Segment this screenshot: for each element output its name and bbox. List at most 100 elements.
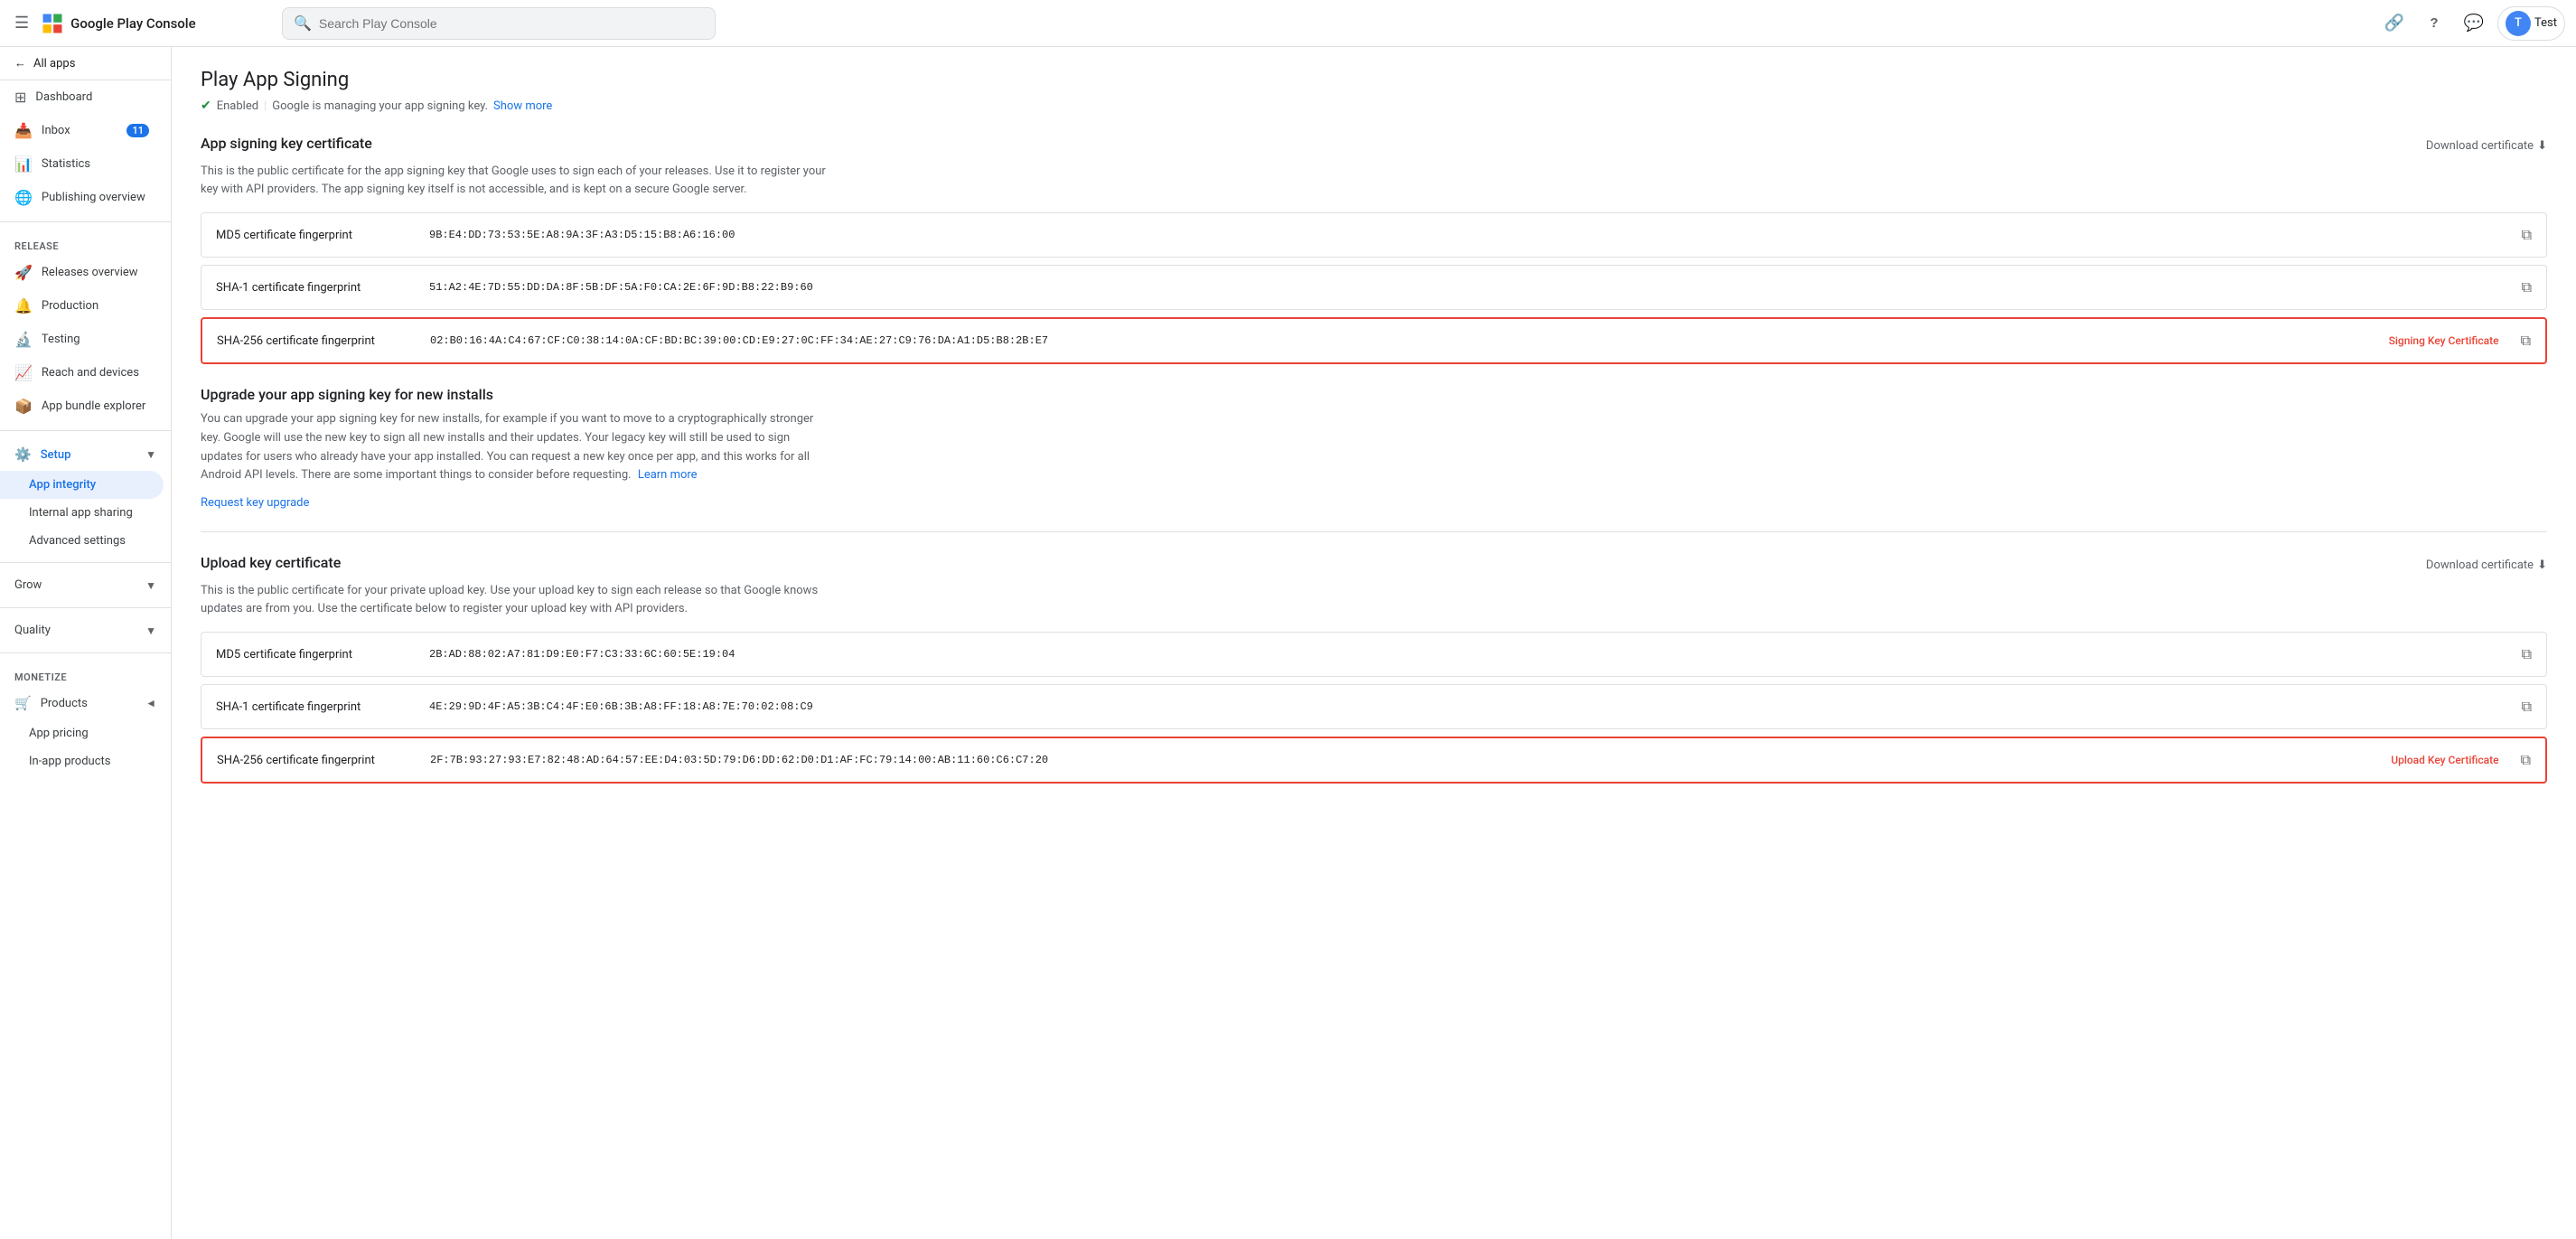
publishing-icon: 🌐	[14, 189, 33, 206]
products-icon: 🛒	[14, 695, 32, 711]
grow-expand-icon: ▼	[145, 579, 156, 592]
sidebar-item-dashboard[interactable]: ⊞ Dashboard	[0, 80, 164, 114]
signing-key-badge: Signing Key Certificate	[2389, 334, 2499, 347]
download-icon-upload: ⬇	[2537, 558, 2547, 572]
sidebar-item-publishing-overview[interactable]: 🌐 Publishing overview	[0, 181, 164, 214]
sidebar-item-statistics[interactable]: 📊 Statistics	[0, 147, 164, 181]
sidebar-label-releases: Releases overview	[42, 266, 138, 279]
sidebar-item-testing[interactable]: 🔬 Testing	[0, 323, 164, 356]
upload-cert-desc: This is the public certificate for your …	[201, 582, 833, 617]
sidebar-item-releases-overview[interactable]: 🚀 Releases overview	[0, 256, 164, 289]
sidebar-sub-in-app-products[interactable]: In-app products	[0, 747, 164, 775]
sidebar: ← All apps ⊞ Dashboard 📥 Inbox 11 📊 Stat…	[0, 47, 172, 1239]
sidebar-label-publishing: Publishing overview	[42, 191, 145, 204]
cert-label-sha256-upload: SHA-256 certificate fingerprint	[217, 754, 416, 767]
copy-btn-sha1-upload[interactable]: ⧉	[2522, 698, 2532, 716]
topbar-right: 🔗 ? 💬 T Test	[2378, 6, 2565, 41]
cert-value-sha256-signing: 02:B0:16:4A:C4:67:CF:C0:38:14:0A:CF:BD:B…	[430, 334, 2367, 347]
learn-more-link[interactable]: Learn more	[638, 468, 698, 482]
cert-value-sha256-upload: 2F:7B:93:27:93:E7:82:48:AD:64:57:EE:D4:0…	[430, 754, 2369, 766]
upgrade-desc-text: You can upgrade your app signing key for…	[201, 412, 813, 482]
topbar-left: ☰ Google Play Console	[11, 10, 273, 36]
brand-logo[interactable]: Google Play Console	[40, 11, 196, 36]
brand-name: Google Play Console	[70, 15, 196, 32]
sidebar-sub-advanced-settings[interactable]: Advanced settings	[0, 527, 164, 555]
sidebar-sub-app-integrity[interactable]: App integrity	[0, 471, 164, 499]
sidebar-sub-internal-sharing[interactable]: Internal app sharing	[0, 499, 164, 527]
upload-key-badge: Upload Key Certificate	[2391, 754, 2498, 766]
all-apps-btn[interactable]: ← All apps	[0, 47, 171, 80]
copy-btn-sha1-signing[interactable]: ⧉	[2522, 278, 2532, 296]
link-icon-btn[interactable]: 🔗	[2378, 7, 2411, 40]
cert-label-sha1-upload: SHA-1 certificate fingerprint	[216, 700, 415, 714]
cert-value-md5-upload: 2B:AD:88:02:A7:81:D9:E0:F7:C3:33:6C:60:5…	[429, 648, 2500, 661]
dashboard-icon: ⊞	[14, 89, 26, 106]
help-icon-btn[interactable]: ?	[2418, 7, 2450, 40]
cert-row-sha1-upload: SHA-1 certificate fingerprint 4E:29:9D:4…	[201, 684, 2547, 729]
sidebar-label-setup: Setup	[41, 448, 71, 462]
status-check-icon: ✔	[201, 99, 211, 113]
sidebar-sub-app-pricing[interactable]: App pricing	[0, 719, 164, 747]
search-input[interactable]	[319, 16, 704, 31]
hamburger-icon[interactable]: ☰	[11, 10, 33, 36]
bundle-icon: 📦	[14, 398, 33, 415]
copy-btn-md5-signing[interactable]: ⧉	[2522, 226, 2532, 244]
topbar: ☰ Google Play Console 🔍 🔗 ? 💬 T Test	[0, 0, 2576, 47]
sidebar-label-reach: Reach and devices	[42, 366, 139, 380]
upgrade-desc: You can upgrade your app signing key for…	[201, 410, 833, 485]
app-integrity-label: App integrity	[29, 478, 96, 492]
download-label-upload: Download certificate	[2426, 558, 2534, 572]
user-avatar-btn[interactable]: T Test	[2497, 6, 2565, 41]
upload-cert-download-btn[interactable]: Download certificate ⬇	[2426, 558, 2547, 572]
search-box[interactable]: 🔍	[282, 7, 716, 40]
app-signing-desc: This is the public certificate for the a…	[201, 163, 833, 198]
sidebar-item-app-bundle-explorer[interactable]: 📦 App bundle explorer	[0, 390, 164, 423]
upgrade-section: Upgrade your app signing key for new ins…	[201, 386, 2547, 510]
status-desc: Google is managing your app signing key.	[272, 99, 488, 113]
app-signing-download-btn[interactable]: Download certificate ⬇	[2426, 139, 2547, 153]
release-section-header: Release	[0, 230, 171, 256]
request-upgrade-link[interactable]: Request key upgrade	[201, 496, 309, 510]
sidebar-item-inbox[interactable]: 📥 Inbox 11	[0, 114, 164, 147]
advanced-settings-label: Advanced settings	[29, 534, 126, 548]
cert-label-sha1-signing: SHA-1 certificate fingerprint	[216, 281, 415, 295]
copy-btn-sha256-signing[interactable]: ⧉	[2521, 332, 2531, 350]
upload-cert-title: Upload key certificate	[201, 554, 341, 571]
releases-icon: 🚀	[14, 264, 33, 281]
statistics-icon: 📊	[14, 155, 33, 173]
copy-btn-sha256-upload[interactable]: ⧉	[2521, 751, 2531, 769]
sidebar-label-testing: Testing	[42, 333, 80, 346]
products-expand-icon: ◄	[145, 697, 156, 709]
sidebar-label-bundle: App bundle explorer	[42, 399, 145, 413]
play-console-icon	[40, 11, 65, 36]
setup-expand-icon: ▼	[145, 448, 156, 461]
setup-icon: ⚙️	[14, 446, 32, 463]
section-divider	[201, 531, 2547, 532]
avatar: T	[2506, 11, 2531, 36]
sidebar-item-reach-devices[interactable]: 📈 Reach and devices	[0, 356, 164, 390]
user-label: Test	[2534, 16, 2557, 30]
sidebar-item-production[interactable]: 🔔 Production	[0, 289, 164, 323]
sidebar-divider-3	[0, 562, 171, 563]
sidebar-label-dashboard: Dashboard	[35, 90, 92, 104]
monetize-section-header: Monetize	[0, 661, 171, 687]
sidebar-item-quality[interactable]: Quality ▼	[0, 615, 171, 645]
download-label-signing: Download certificate	[2426, 139, 2534, 153]
page-subtitle: ✔ Enabled | Google is managing your app …	[201, 99, 2547, 113]
sidebar-item-products[interactable]: 🛒 Products ◄	[0, 687, 171, 719]
in-app-products-label: In-app products	[29, 755, 110, 768]
back-icon: ←	[14, 56, 26, 70]
grow-label: Grow	[14, 578, 42, 592]
sidebar-item-setup[interactable]: ⚙️ Setup ▼ ←	[0, 438, 171, 471]
upgrade-title: Upgrade your app signing key for new ins…	[201, 386, 2547, 403]
sidebar-item-grow[interactable]: Grow ▼	[0, 570, 171, 600]
copy-btn-md5-upload[interactable]: ⧉	[2522, 645, 2532, 663]
cert-value-md5-signing: 9B:E4:DD:73:53:5E:A8:9A:3F:A3:D5:15:B8:A…	[429, 229, 2500, 241]
cert-row-sha256-upload: SHA-256 certificate fingerprint 2F:7B:93…	[201, 737, 2547, 784]
show-more-link[interactable]: Show more	[493, 99, 552, 113]
download-icon-signing: ⬇	[2537, 139, 2547, 153]
feedback-icon-btn[interactable]: 💬	[2458, 7, 2490, 40]
cert-row-md5-upload: MD5 certificate fingerprint 2B:AD:88:02:…	[201, 632, 2547, 677]
sidebar-divider-5	[0, 652, 171, 653]
quality-expand-icon: ▼	[145, 624, 156, 637]
